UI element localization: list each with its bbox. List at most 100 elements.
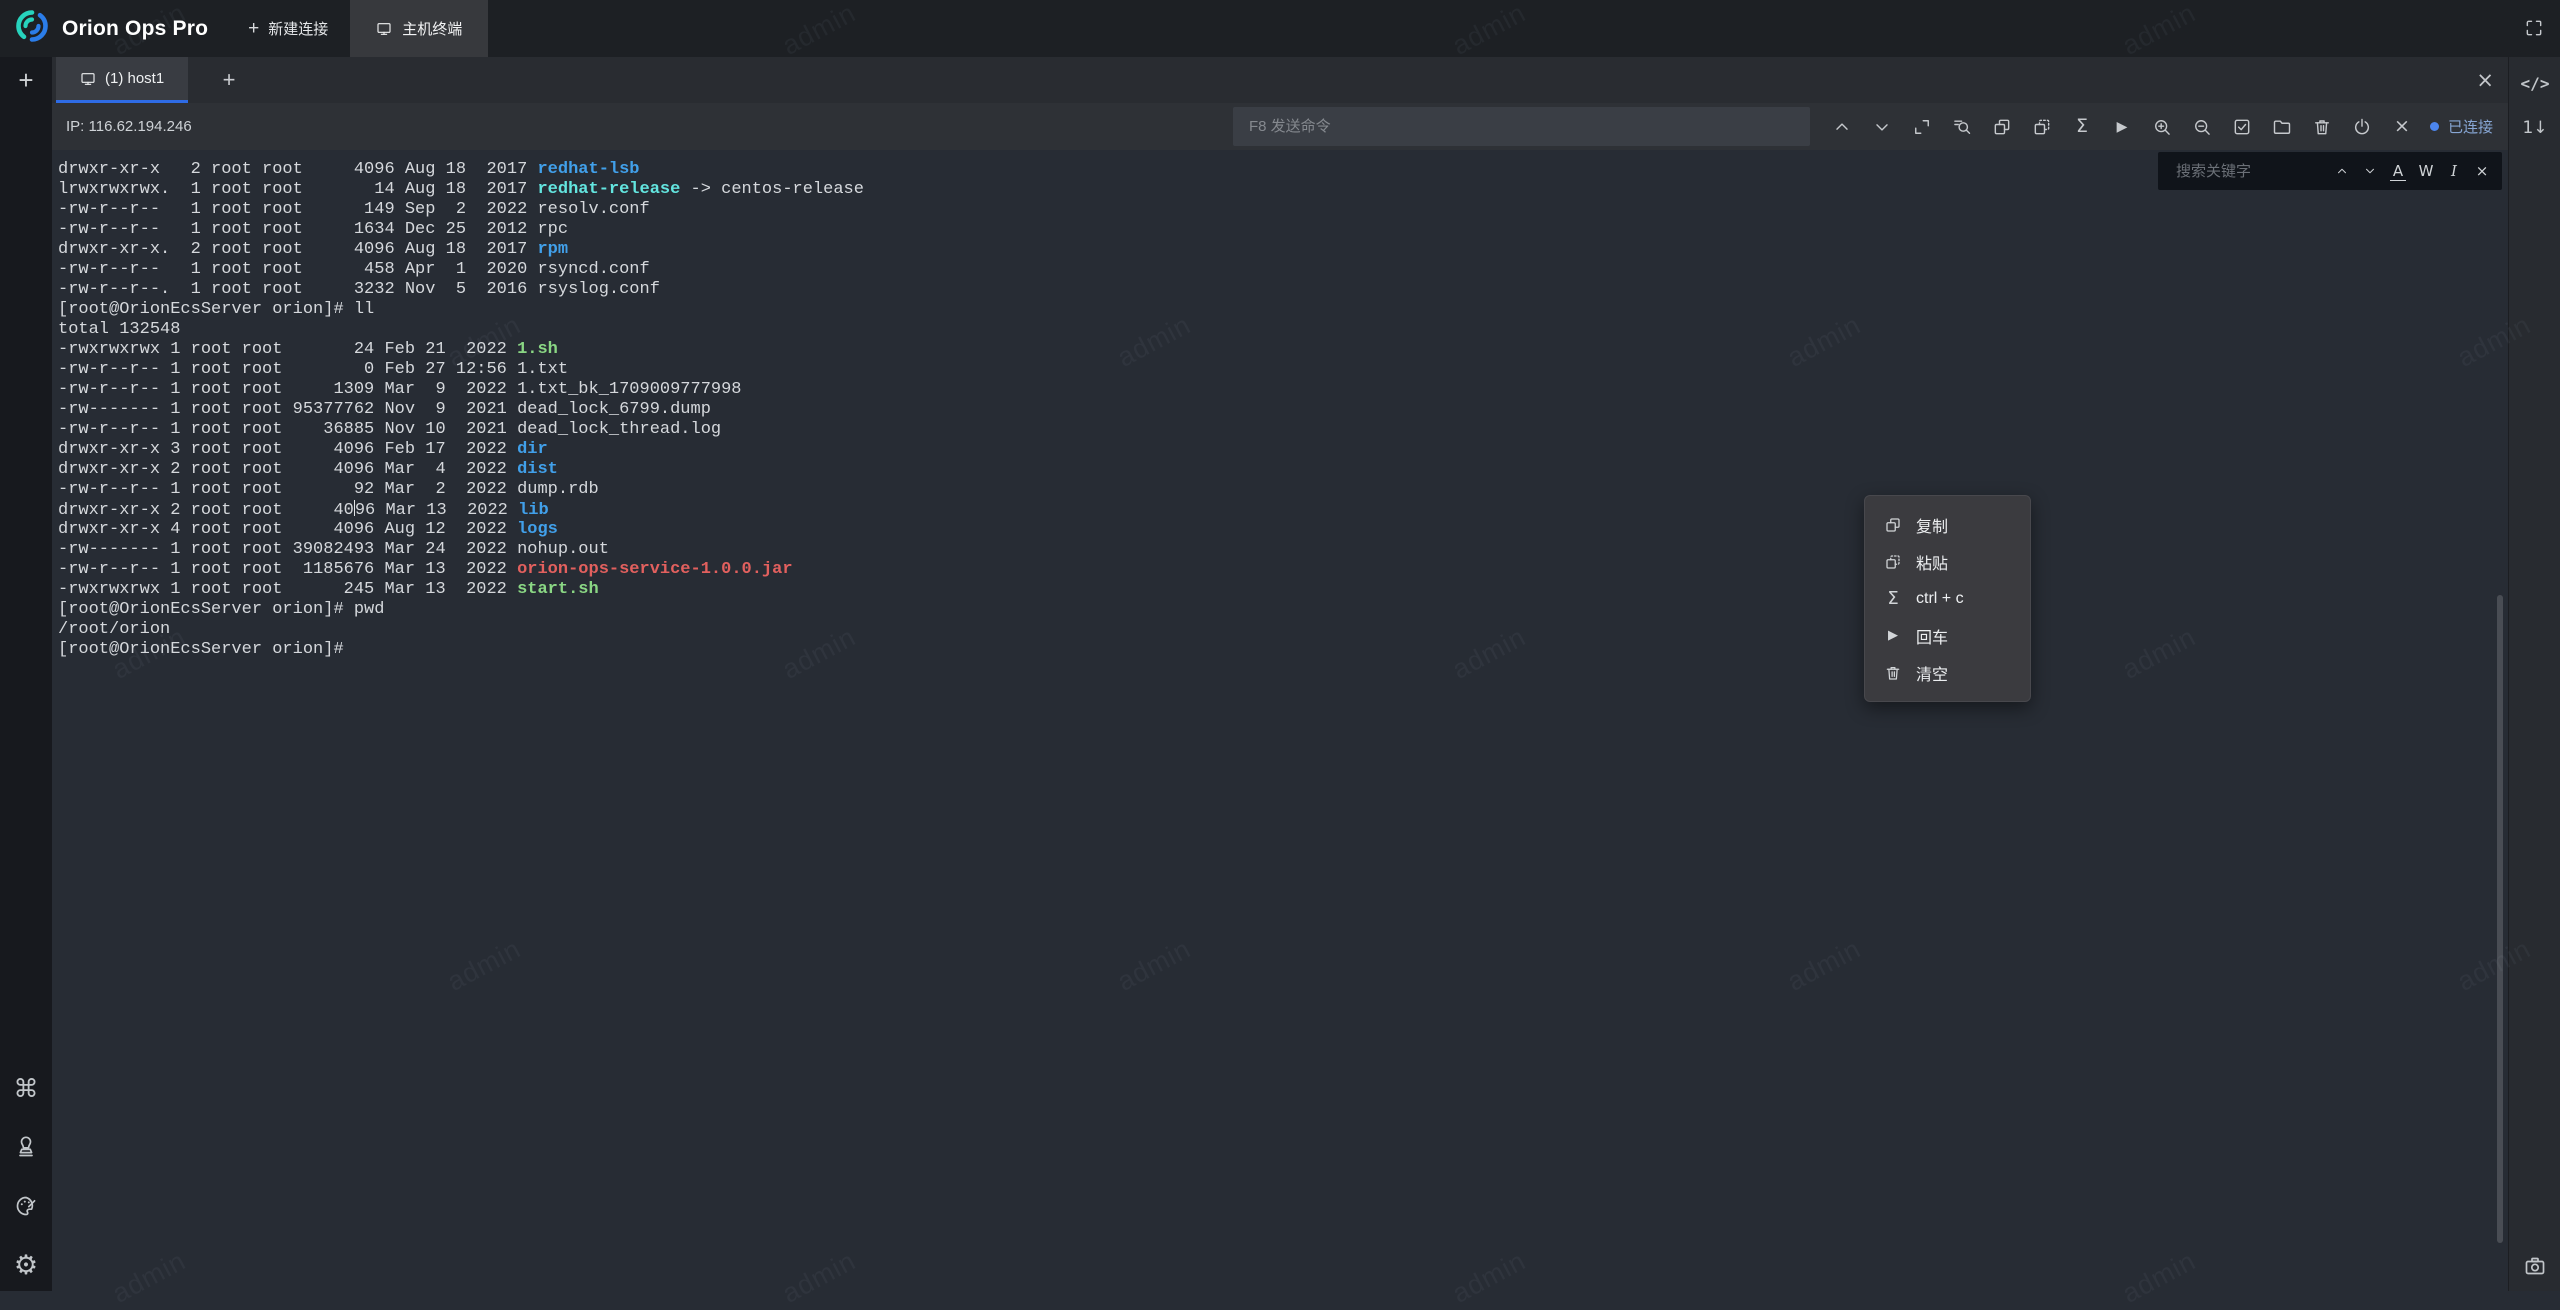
terminal-line: -rw-r--r-- 1 root root 1634 Dec 25 2012 …: [58, 220, 864, 240]
clear-icon: [1884, 663, 1902, 683]
scroll-up-button[interactable]: [1822, 103, 1862, 150]
terminal-line: -rw-r--r-- 1 root root 458 Apr 1 2020 rs…: [58, 260, 864, 280]
linefeed-icon[interactable]: 1↓: [2509, 115, 2560, 141]
zoom-out-button[interactable]: [2182, 103, 2222, 150]
terminal-line: [root@OrionEcsServer orion]# ll: [58, 300, 864, 320]
terminal-line: -rwxrwxrwx 1 root root 24 Feb 21 2022 1.…: [58, 340, 864, 360]
power-button[interactable]: [2342, 103, 2382, 150]
context-menu-item-paste[interactable]: 粘贴: [1865, 543, 2030, 580]
tab-host1-label: (1) host1: [105, 70, 164, 87]
ctrl-c-button[interactable]: Σ: [2062, 103, 2102, 150]
terminal-line: -rw------- 1 root root 95377762 Nov 9 20…: [58, 400, 864, 420]
context-menu: 复制粘贴Σctrl + c▶回车清空: [1864, 495, 2031, 702]
search-prev-icon[interactable]: [2334, 160, 2350, 182]
terminal-line: /root/orion: [58, 620, 864, 640]
terminal-line: drwxr-xr-x 3 root root 4096 Feb 17 2022 …: [58, 440, 864, 460]
shortcut-icon: ⌘: [14, 1076, 39, 1101]
terminal-line: drwxr-xr-x 2 root root 4096 Aug 18 2017 …: [58, 160, 864, 180]
command-input[interactable]: [1233, 107, 1810, 146]
select-checkbox-button[interactable]: [2222, 103, 2262, 150]
terminal-line: -rw-r--r--. 1 root root 3232 Nov 5 2016 …: [58, 280, 864, 300]
terminal-line: drwxr-xr-x 2 root root 4096 Mar 13 2022 …: [58, 500, 864, 520]
terminal-line: drwxr-xr-x 4 root root 4096 Aug 12 2022 …: [58, 520, 864, 540]
terminal-line: -rw-r--r-- 1 root root 0 Feb 27 12:56 1.…: [58, 360, 864, 380]
terminal-line: lrwxrwxrwx. 1 root root 14 Aug 18 2017 r…: [58, 180, 864, 200]
monitor-icon: [80, 71, 96, 87]
paste-button[interactable]: [2022, 103, 2062, 150]
tab-host1[interactable]: (1) host1: [56, 57, 188, 103]
search-button[interactable]: [1942, 103, 1982, 150]
terminal-line: [root@OrionEcsServer orion]#: [58, 640, 864, 660]
scrollbar-thumb[interactable]: [2497, 595, 2503, 1243]
stamp-button[interactable]: [14, 1134, 38, 1160]
expand-button[interactable]: [1902, 103, 1942, 150]
code-icon[interactable]: </>: [2509, 70, 2560, 96]
send-enter-icon: ▶: [2117, 120, 2128, 134]
context-menu-label: 回车: [1916, 624, 1948, 648]
scroll-down-icon: [1872, 117, 1892, 137]
context-menu-item-enter[interactable]: ▶回车: [1865, 617, 2030, 654]
shortcut-button[interactable]: ⌘: [14, 1075, 39, 1101]
stamp-icon: [14, 1135, 38, 1159]
search-close-icon[interactable]: ×: [2474, 160, 2490, 182]
menu-new-connection[interactable]: + 新建连接: [248, 18, 328, 39]
search-next-icon[interactable]: [2362, 160, 2378, 182]
context-menu-item-copy[interactable]: 复制: [1865, 506, 2030, 543]
close-icon: ×: [2394, 117, 2410, 136]
scroll-down-button[interactable]: [1862, 103, 1902, 150]
search-icon: [1952, 117, 1972, 137]
search-input[interactable]: [2174, 162, 2328, 181]
connection-status: 已连接: [2430, 103, 2493, 150]
match-case-icon[interactable]: A: [2390, 161, 2406, 181]
send-enter-button[interactable]: ▶: [2102, 103, 2142, 150]
tab-host-terminal[interactable]: 主机终端: [350, 0, 488, 57]
ctrl-c-icon: Σ: [2076, 117, 2088, 136]
context-menu-label: 复制: [1916, 513, 1948, 537]
terminal-output: drwxr-xr-x 2 root root 4096 Aug 18 2017 …: [58, 160, 864, 660]
terminal-line: -rw-r--r-- 1 root root 92 Mar 2 2022 dum…: [58, 480, 864, 500]
app-title: Orion Ops Pro: [62, 17, 208, 41]
fullscreen-icon[interactable]: [2524, 18, 2544, 38]
terminal-tab-bar: (1) host1 + ×: [52, 57, 2508, 103]
add-tab-button[interactable]: +: [212, 57, 246, 103]
ip-label: IP: 116.62.194.246: [66, 103, 192, 150]
expand-icon: [1912, 117, 1932, 137]
zoom-in-button[interactable]: [2142, 103, 2182, 150]
scroll-up-icon: [1832, 117, 1852, 137]
power-icon: [2352, 117, 2372, 137]
left-sidebar: + ⌘ ⚙: [0, 57, 52, 1291]
whole-word-icon[interactable]: W: [2418, 160, 2434, 182]
copy-button[interactable]: [1982, 103, 2022, 150]
status-label: 已连接: [2448, 116, 2493, 137]
context-menu-label: 粘贴: [1916, 550, 1948, 574]
context-menu-label: ctrl + c: [1916, 590, 1964, 608]
terminal-toolbar: IP: 116.62.194.246 Σ ▶ × 已连接: [52, 103, 2508, 150]
terminal-line: -rwxrwxrwx 1 root root 245 Mar 13 2022 s…: [58, 580, 864, 600]
new-terminal-button[interactable]: +: [0, 57, 52, 103]
top-bar: Orion Ops Pro + 新建连接 主机终端: [0, 0, 2560, 57]
plus-icon: +: [248, 19, 259, 38]
close-button[interactable]: ×: [2382, 103, 2422, 150]
search-overlay: AWI ×: [2158, 152, 2502, 190]
camera-icon[interactable]: [2509, 1253, 2560, 1279]
settings-button[interactable]: ⚙: [14, 1252, 38, 1278]
paste-icon: [1884, 552, 1902, 572]
terminal-line: drwxr-xr-x. 2 root root 4096 Aug 18 2017…: [58, 240, 864, 260]
context-menu-item-ctrl-c[interactable]: Σctrl + c: [1865, 580, 2030, 617]
regex-icon[interactable]: I: [2446, 160, 2462, 182]
context-menu-item-clear[interactable]: 清空: [1865, 654, 2030, 691]
terminal-line: [root@OrionEcsServer orion]# pwd: [58, 600, 864, 620]
folder-icon: [2272, 117, 2292, 137]
theme-button[interactable]: [14, 1193, 38, 1219]
paste-icon: [2032, 117, 2052, 137]
ctrl-c-icon: Σ: [1884, 590, 1902, 608]
terminal-line: drwxr-xr-x 2 root root 4096 Mar 4 2022 d…: [58, 460, 864, 480]
terminal-screen[interactable]: drwxr-xr-x 2 root root 4096 Aug 18 2017 …: [52, 150, 2508, 1291]
select-checkbox-icon: [2232, 117, 2252, 137]
monitor-icon: [376, 21, 392, 37]
zoom-in-icon: [2152, 117, 2172, 137]
trash-button[interactable]: [2302, 103, 2342, 150]
close-icon[interactable]: ×: [2476, 57, 2494, 103]
folder-button[interactable]: [2262, 103, 2302, 150]
terminal-line: -rw-r--r-- 1 root root 1185676 Mar 13 20…: [58, 560, 864, 580]
